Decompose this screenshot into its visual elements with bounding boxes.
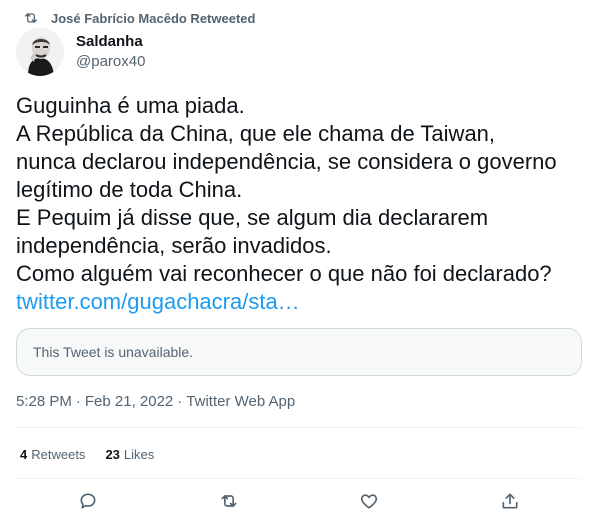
likes-count: 23 [105, 446, 120, 462]
like-button[interactable] [358, 492, 380, 514]
avatar[interactable] [16, 28, 64, 76]
handle[interactable]: @parox40 [76, 52, 145, 72]
meta-separator: · [75, 392, 81, 410]
tweet-line: legítimo de toda China. [16, 177, 243, 202]
tweet-meta: 5:28 PM · Feb 21, 2022 · Twitter Web App [16, 391, 295, 411]
author-names: Saldanha @parox40 [76, 32, 145, 72]
like-icon [359, 491, 379, 516]
unavailable-text: This Tweet is unavailable. [33, 344, 194, 360]
tweet-actions [0, 490, 598, 518]
tweet-line: independência, serão invadidos. [16, 233, 332, 258]
tweet-line: E Pequim já disse que, se algum dia decl… [16, 205, 489, 230]
likes-label: Likes [123, 446, 155, 462]
retweets-count: 4 [20, 446, 28, 462]
retweets-stat[interactable]: 4 Retweets [20, 447, 85, 462]
tweet-time[interactable]: 5:28 PM [16, 393, 72, 410]
tweet-line: nunca declarou independência, se conside… [16, 149, 557, 174]
tweet-link[interactable]: twitter.com/gugachacra/sta… [16, 288, 586, 316]
likes-stat[interactable]: 23 Likes [105, 447, 154, 462]
share-button[interactable] [499, 492, 521, 514]
tweet-stats: 4 Retweets 23 Likes [20, 444, 174, 464]
reply-button[interactable] [77, 492, 99, 514]
tweet-source[interactable]: Twitter Web App [186, 393, 295, 410]
reply-icon [78, 491, 98, 516]
display-name[interactable]: Saldanha [76, 32, 145, 52]
tweet-text: Guguinha é uma piada. A República da Chi… [16, 92, 586, 316]
retweet-button[interactable] [218, 492, 240, 514]
retweeter-text[interactable]: José Fabrício Macêdo Retweeted [51, 11, 255, 26]
retweets-label: Retweets [31, 446, 86, 462]
divider [16, 478, 582, 479]
quoted-tweet-unavailable: This Tweet is unavailable. [16, 328, 582, 376]
tweet-line: A República da China, que ele chama de T… [16, 121, 496, 146]
tweet-date[interactable]: Feb 21, 2022 [85, 393, 173, 410]
tweet-author: Saldanha @parox40 [16, 28, 145, 76]
retweet-icon [219, 491, 239, 516]
tweet-line: Como alguém vai reconhecer o que não foi… [16, 261, 552, 286]
retweet-icon [23, 10, 39, 26]
share-icon [500, 491, 520, 516]
divider [16, 427, 582, 428]
tweet-line: Guguinha é uma piada. [16, 93, 245, 118]
retweet-banner[interactable]: José Fabrício Macêdo Retweeted [16, 8, 255, 28]
meta-separator: · [177, 392, 183, 410]
